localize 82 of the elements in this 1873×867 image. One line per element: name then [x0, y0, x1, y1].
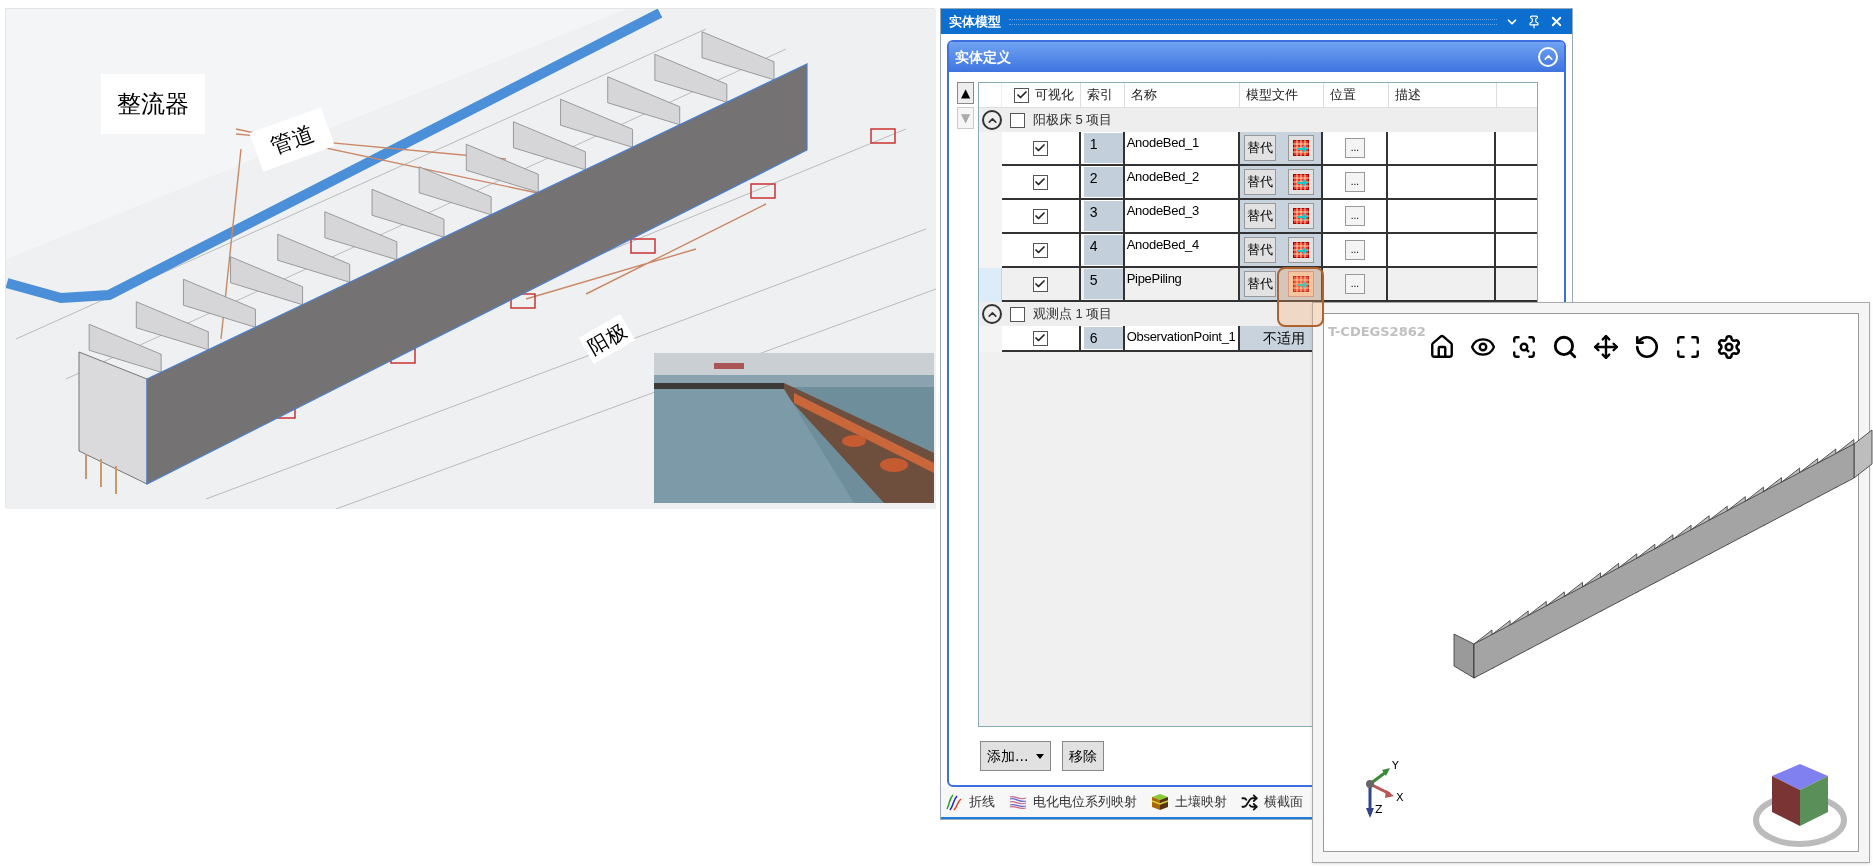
checkbox[interactable]: [1014, 87, 1029, 103]
index-cell: 1: [1083, 133, 1123, 163]
name-cell-text: AnodeBed_3: [1125, 202, 1199, 220]
model-file-button[interactable]: [1287, 203, 1314, 229]
replace-button[interactable]: 替代: [1243, 169, 1276, 195]
axis-label: Z: [1375, 802, 1383, 818]
name-cell-text: AnodeBed_4: [1125, 236, 1199, 254]
position-button[interactable]: ...: [1344, 240, 1365, 260]
shuffle-icon: [1241, 793, 1258, 811]
model-file-icon: [1292, 276, 1309, 292]
wave-lines-icon: [1009, 793, 1027, 811]
zoom-box-icon[interactable]: [1511, 334, 1537, 360]
checkbox[interactable]: [1032, 208, 1048, 224]
checkbox[interactable]: [1032, 276, 1048, 292]
group-label: 阳极床 5 项目: [1033, 111, 1113, 130]
index-cell: 5: [1083, 269, 1123, 299]
model-file-icon: [1292, 140, 1309, 156]
bottom-tab[interactable]: 横截面: [1241, 792, 1303, 812]
pin-icon[interactable]: [1527, 14, 1541, 29]
replace-button[interactable]: 替代: [1243, 271, 1276, 297]
model-file-icon: [1292, 174, 1309, 190]
index-cell: 4: [1083, 235, 1123, 265]
move-icon[interactable]: [1593, 334, 1619, 360]
home-icon[interactable]: [1429, 334, 1455, 360]
highlight-frame: [1276, 267, 1324, 327]
replace-button[interactable]: 替代: [1243, 237, 1276, 263]
index-cell: 6: [1083, 327, 1123, 349]
model-file-button[interactable]: [1287, 169, 1314, 195]
close-icon[interactable]: [1549, 14, 1564, 29]
soil-cube-icon: [1151, 793, 1169, 811]
rotate-icon[interactable]: [1634, 334, 1660, 360]
column-header[interactable]: 模型文件: [1246, 85, 1298, 105]
model-file-icon: [1292, 208, 1309, 224]
section-title: 实体定义: [955, 47, 1011, 67]
model-file-button[interactable]: [1287, 237, 1314, 263]
bottom-tab[interactable]: 折线: [945, 792, 995, 812]
name-cell-text: ObservationPoint_1: [1125, 328, 1236, 346]
column-header[interactable]: 位置: [1330, 85, 1356, 105]
model-file-button[interactable]: [1287, 271, 1314, 297]
remove-button[interactable]: 移除: [1062, 741, 1105, 771]
panel-title: 实体模型: [949, 12, 1001, 31]
position-button[interactable]: ...: [1344, 138, 1365, 158]
model-file-cell-text: 不适用: [1263, 328, 1306, 348]
polyline-icon: [945, 793, 963, 811]
add-dropdown[interactable]: 添加...: [980, 741, 1052, 771]
group-label: 观测点 1 项目: [1033, 305, 1113, 324]
bottom-tab[interactable]: 电化电位系列映射: [1009, 792, 1137, 812]
position-button[interactable]: ...: [1344, 274, 1365, 294]
replace-button[interactable]: 替代: [1243, 203, 1276, 229]
column-header[interactable]: 可视化: [1035, 85, 1074, 105]
bottom-tab[interactable]: 土壤映射: [1151, 792, 1227, 812]
checkbox[interactable]: [1032, 330, 1048, 346]
axis-label: X: [1396, 790, 1404, 806]
collapse-icon[interactable]: [982, 110, 1002, 130]
callout-label: 整流器: [101, 74, 205, 134]
checkbox[interactable]: [1032, 140, 1048, 156]
scroll-button[interactable]: ▲: [957, 82, 974, 104]
index-cell: 3: [1083, 201, 1123, 231]
settings-icon[interactable]: [1716, 334, 1742, 360]
index-cell: 2: [1083, 167, 1123, 197]
axis-label: Y: [1392, 758, 1399, 774]
column-header[interactable]: 描述: [1395, 85, 1421, 105]
collapse-icon[interactable]: [982, 304, 1002, 324]
column-header[interactable]: 名称: [1131, 85, 1157, 105]
position-button[interactable]: ...: [1344, 206, 1365, 226]
checkbox[interactable]: [1010, 306, 1025, 322]
checkbox[interactable]: [1010, 112, 1025, 128]
view-cube-icon: [1752, 762, 1848, 848]
name-cell-text: AnodeBed_2: [1125, 168, 1199, 186]
column-header[interactable]: 索引: [1087, 85, 1113, 105]
viewer-title: T-CDEGS2862: [1328, 323, 1426, 341]
caret-icon: [1036, 753, 1045, 759]
position-button[interactable]: ...: [1344, 172, 1365, 192]
name-cell-text: AnodeBed_1: [1125, 134, 1199, 152]
replace-button[interactable]: 替代: [1243, 135, 1276, 161]
fullscreen-icon[interactable]: [1675, 334, 1701, 360]
search-icon[interactable]: [1552, 334, 1578, 360]
model-file-icon: [1292, 242, 1309, 258]
name-cell-text: PipePiling: [1125, 270, 1182, 288]
model-file-button[interactable]: [1287, 135, 1314, 161]
checkbox[interactable]: [1032, 242, 1048, 258]
checkbox[interactable]: [1032, 174, 1048, 190]
